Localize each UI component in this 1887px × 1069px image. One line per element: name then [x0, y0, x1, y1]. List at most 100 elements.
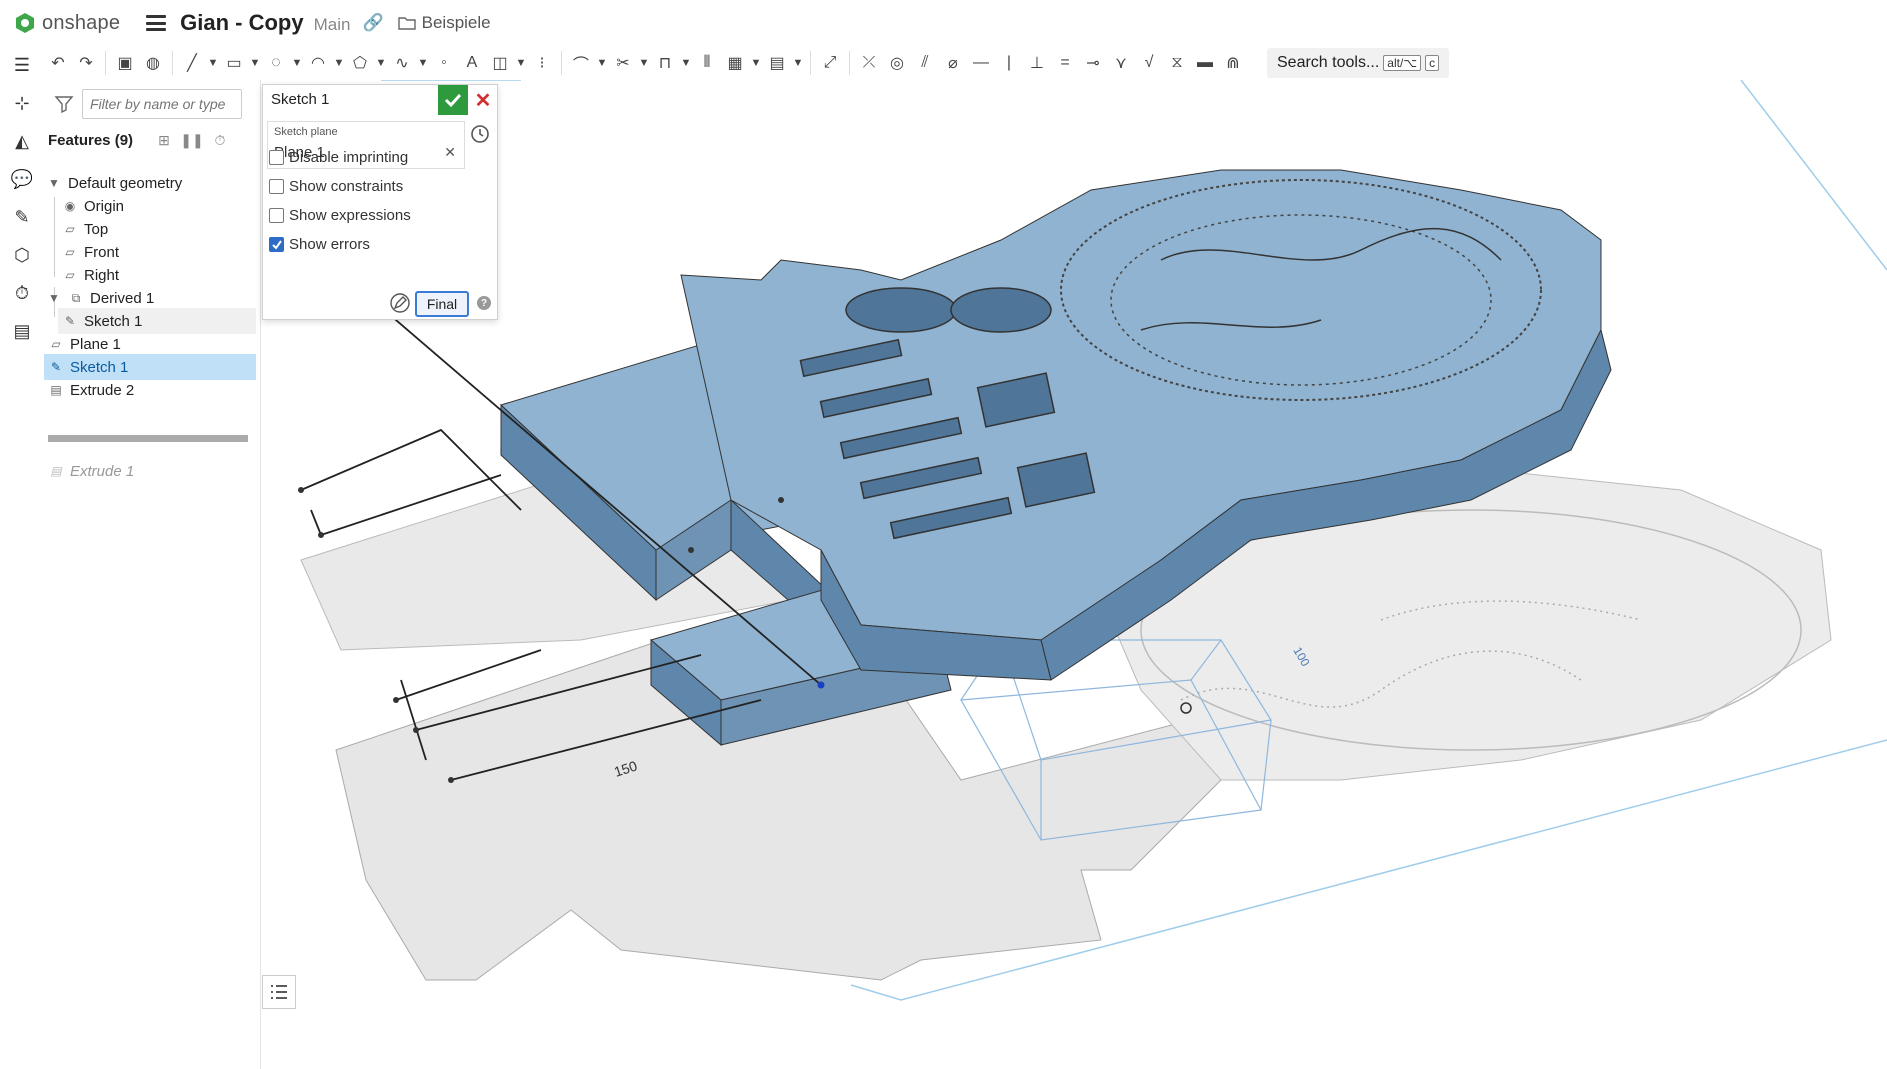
parts-icon[interactable]: ⬡ [0, 236, 44, 274]
rollback-bar[interactable] [48, 435, 248, 442]
chevron-down-icon[interactable]: ▼ [679, 49, 693, 77]
pause-icon[interactable]: ❚❚ [180, 130, 203, 150]
notes-icon[interactable]: ✎ [0, 198, 44, 236]
normal-icon[interactable]: ⋎ [1107, 49, 1135, 77]
parallel-icon[interactable]: ⫽ [911, 49, 939, 77]
plane-icon: ▱ [51, 337, 61, 351]
checkbox-box-checked[interactable] [269, 237, 284, 252]
chevron-down-icon[interactable]: ▼ [514, 49, 528, 77]
checkbox-box[interactable] [269, 150, 284, 165]
graphics-viewport[interactable]: 100 150 [261, 80, 1887, 1069]
curvature-icon[interactable]: ⋒ [1219, 49, 1247, 77]
undo-icon[interactable]: ↶ [44, 49, 72, 77]
symmetric-icon[interactable]: ⧖ [1163, 49, 1191, 77]
polygon-tool-icon[interactable]: ⬠ [346, 49, 374, 77]
view-icon[interactable]: ▣ [111, 49, 139, 77]
point-tool-icon[interactable]: ◦ [430, 49, 458, 77]
document-title[interactable]: Gian - Copy [180, 10, 303, 36]
show-errors-checkbox[interactable]: Show errors [269, 236, 370, 253]
fix-icon[interactable]: ▬ [1191, 49, 1219, 77]
dialog-title: Sketch 1 [271, 91, 330, 108]
tree-extrude1[interactable]: ▤ Extrude 1 [44, 458, 256, 484]
plane-icon: ▱ [65, 268, 75, 282]
onshape-logo[interactable]: onshape [14, 12, 120, 35]
concentric-icon[interactable]: ◎ [883, 49, 911, 77]
horizontal-icon[interactable]: — [967, 49, 995, 77]
chevron-down-icon[interactable]: ▼ [206, 49, 220, 77]
arc-tool-icon[interactable]: ◠ [304, 49, 332, 77]
disable-imprinting-checkbox[interactable]: Disable imprinting [269, 149, 408, 166]
dimension-icon[interactable]: ⤢ [816, 49, 844, 77]
show-constraints-checkbox[interactable]: Show constraints [269, 178, 403, 195]
checkbox-box[interactable] [269, 208, 284, 223]
mirror-icon[interactable]: ⫴ [693, 49, 721, 77]
history-icon[interactable]: ⏱ [0, 274, 44, 312]
features-count-title: Features (9) [48, 131, 134, 149]
tangent-icon[interactable]: ⌀ [939, 49, 967, 77]
dxf-icon[interactable]: ▤ [763, 49, 791, 77]
sketch-list-button[interactable] [262, 975, 296, 1009]
checkbox-box[interactable] [269, 179, 284, 194]
chevron-down-icon[interactable]: ▼ [749, 49, 763, 77]
derived-icon: ⧉ [71, 290, 81, 305]
chevron-down-icon[interactable]: ▼ [46, 175, 62, 191]
coincident-icon[interactable]: ⤫ [855, 49, 883, 77]
display-icon[interactable]: ◍ [139, 49, 167, 77]
circle-tool-icon[interactable]: ◌ [262, 49, 290, 77]
line-tool-icon[interactable]: ╱ [178, 49, 206, 77]
accept-button[interactable] [438, 85, 468, 115]
fillet-icon[interactable]: ⌒ [567, 49, 595, 77]
folder-icon [397, 17, 416, 30]
show-expressions-checkbox[interactable]: Show expressions [269, 207, 411, 224]
vertical-icon[interactable]: | [995, 49, 1023, 77]
comment-icon[interactable]: 💬 [0, 160, 44, 198]
use-icon[interactable]: ⁝ [528, 49, 556, 77]
sketch-toolbar: ↶ ↷ ▣ ◍ ╱ ▼ ▭ ▼ ◌ ▼ ◠ ▼ ⬠ ▼ ∿ ▼ ◦ A ◫ ▼ … [44, 46, 1887, 80]
stopwatch-icon[interactable]: ⏱ [210, 130, 230, 150]
chevron-down-icon[interactable]: ▼ [637, 49, 651, 77]
appearance-icon[interactable]: ◭ [0, 122, 44, 160]
plane-icon: ▱ [65, 222, 75, 236]
menu-button[interactable] [146, 15, 167, 31]
chevron-down-icon[interactable]: ▼ [332, 49, 346, 77]
construction-icon[interactable]: ◫ [486, 49, 514, 77]
offset-icon[interactable]: ⊓ [651, 49, 679, 77]
chevron-down-icon[interactable]: ▼ [416, 49, 430, 77]
text-tool-icon[interactable]: A [458, 49, 486, 77]
folder-link[interactable]: Beispiele [397, 13, 491, 33]
chevron-down-icon[interactable]: ▼ [374, 49, 388, 77]
help-icon[interactable]: ? [477, 296, 491, 310]
feature-list-icon[interactable]: ☰ [0, 46, 44, 84]
redo-icon[interactable]: ↷ [72, 49, 100, 77]
folder-name: Beispiele [421, 13, 491, 32]
clear-icon[interactable]: ✕ [444, 144, 456, 161]
link-icon[interactable]: 🔗 [362, 13, 383, 33]
pierce-icon[interactable]: √ [1135, 49, 1163, 77]
add-folder-icon[interactable]: ⊞ [154, 130, 174, 150]
final-button[interactable]: Final [415, 291, 469, 317]
equal-icon[interactable]: = [1051, 49, 1079, 77]
perpendicular-icon[interactable]: ⊥ [1023, 49, 1051, 77]
chevron-down-icon[interactable]: ▼ [290, 49, 304, 77]
tree-extrude2[interactable]: ▤ Extrude 2 [44, 377, 256, 403]
chevron-down-icon[interactable]: ▼ [248, 49, 262, 77]
rectangle-tool-icon[interactable]: ▭ [220, 49, 248, 77]
shortcut-key: c [1425, 55, 1440, 71]
extrude-icon: ▤ [50, 464, 62, 478]
filter-icon[interactable] [54, 94, 74, 114]
cancel-button[interactable]: ✕ [470, 85, 496, 115]
sketch-edit-icon[interactable] [389, 292, 411, 314]
pattern-icon[interactable]: ▦ [721, 49, 749, 77]
bom-icon[interactable]: ▤ [0, 312, 44, 350]
chevron-down-icon[interactable]: ▼ [791, 49, 805, 77]
midpoint-icon[interactable]: ⊸ [1079, 49, 1107, 77]
search-tools-button[interactable]: Search tools... alt/⌥ c [1267, 48, 1450, 78]
filter-input[interactable] [82, 89, 242, 119]
spline-tool-icon[interactable]: ∿ [388, 49, 416, 77]
trim-icon[interactable]: ✂ [609, 49, 637, 77]
chevron-down-icon[interactable]: ▼ [46, 290, 62, 306]
clock-icon[interactable] [469, 123, 491, 145]
chevron-down-icon[interactable]: ▼ [595, 49, 609, 77]
workspace-name[interactable]: Main [314, 15, 351, 35]
add-part-icon[interactable]: ⊹ [0, 84, 44, 122]
